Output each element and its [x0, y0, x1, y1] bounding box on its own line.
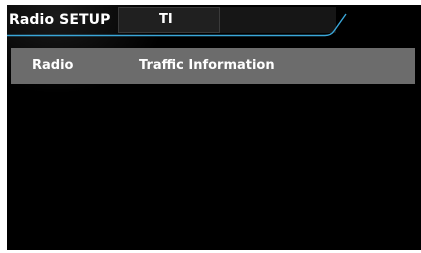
- header-accent-line: [7, 13, 347, 37]
- header-bar: Radio SETUP TI: [7, 5, 421, 37]
- radio-setup-screen: Radio SETUP TI Radio Traffic Information: [7, 5, 421, 250]
- row-setting-label: Traffic Information: [139, 58, 275, 73]
- traffic-information-row[interactable]: Radio Traffic Information: [11, 48, 415, 84]
- device-frame: Radio SETUP TI Radio Traffic Information: [0, 0, 421, 253]
- row-category-label: Radio: [32, 58, 74, 73]
